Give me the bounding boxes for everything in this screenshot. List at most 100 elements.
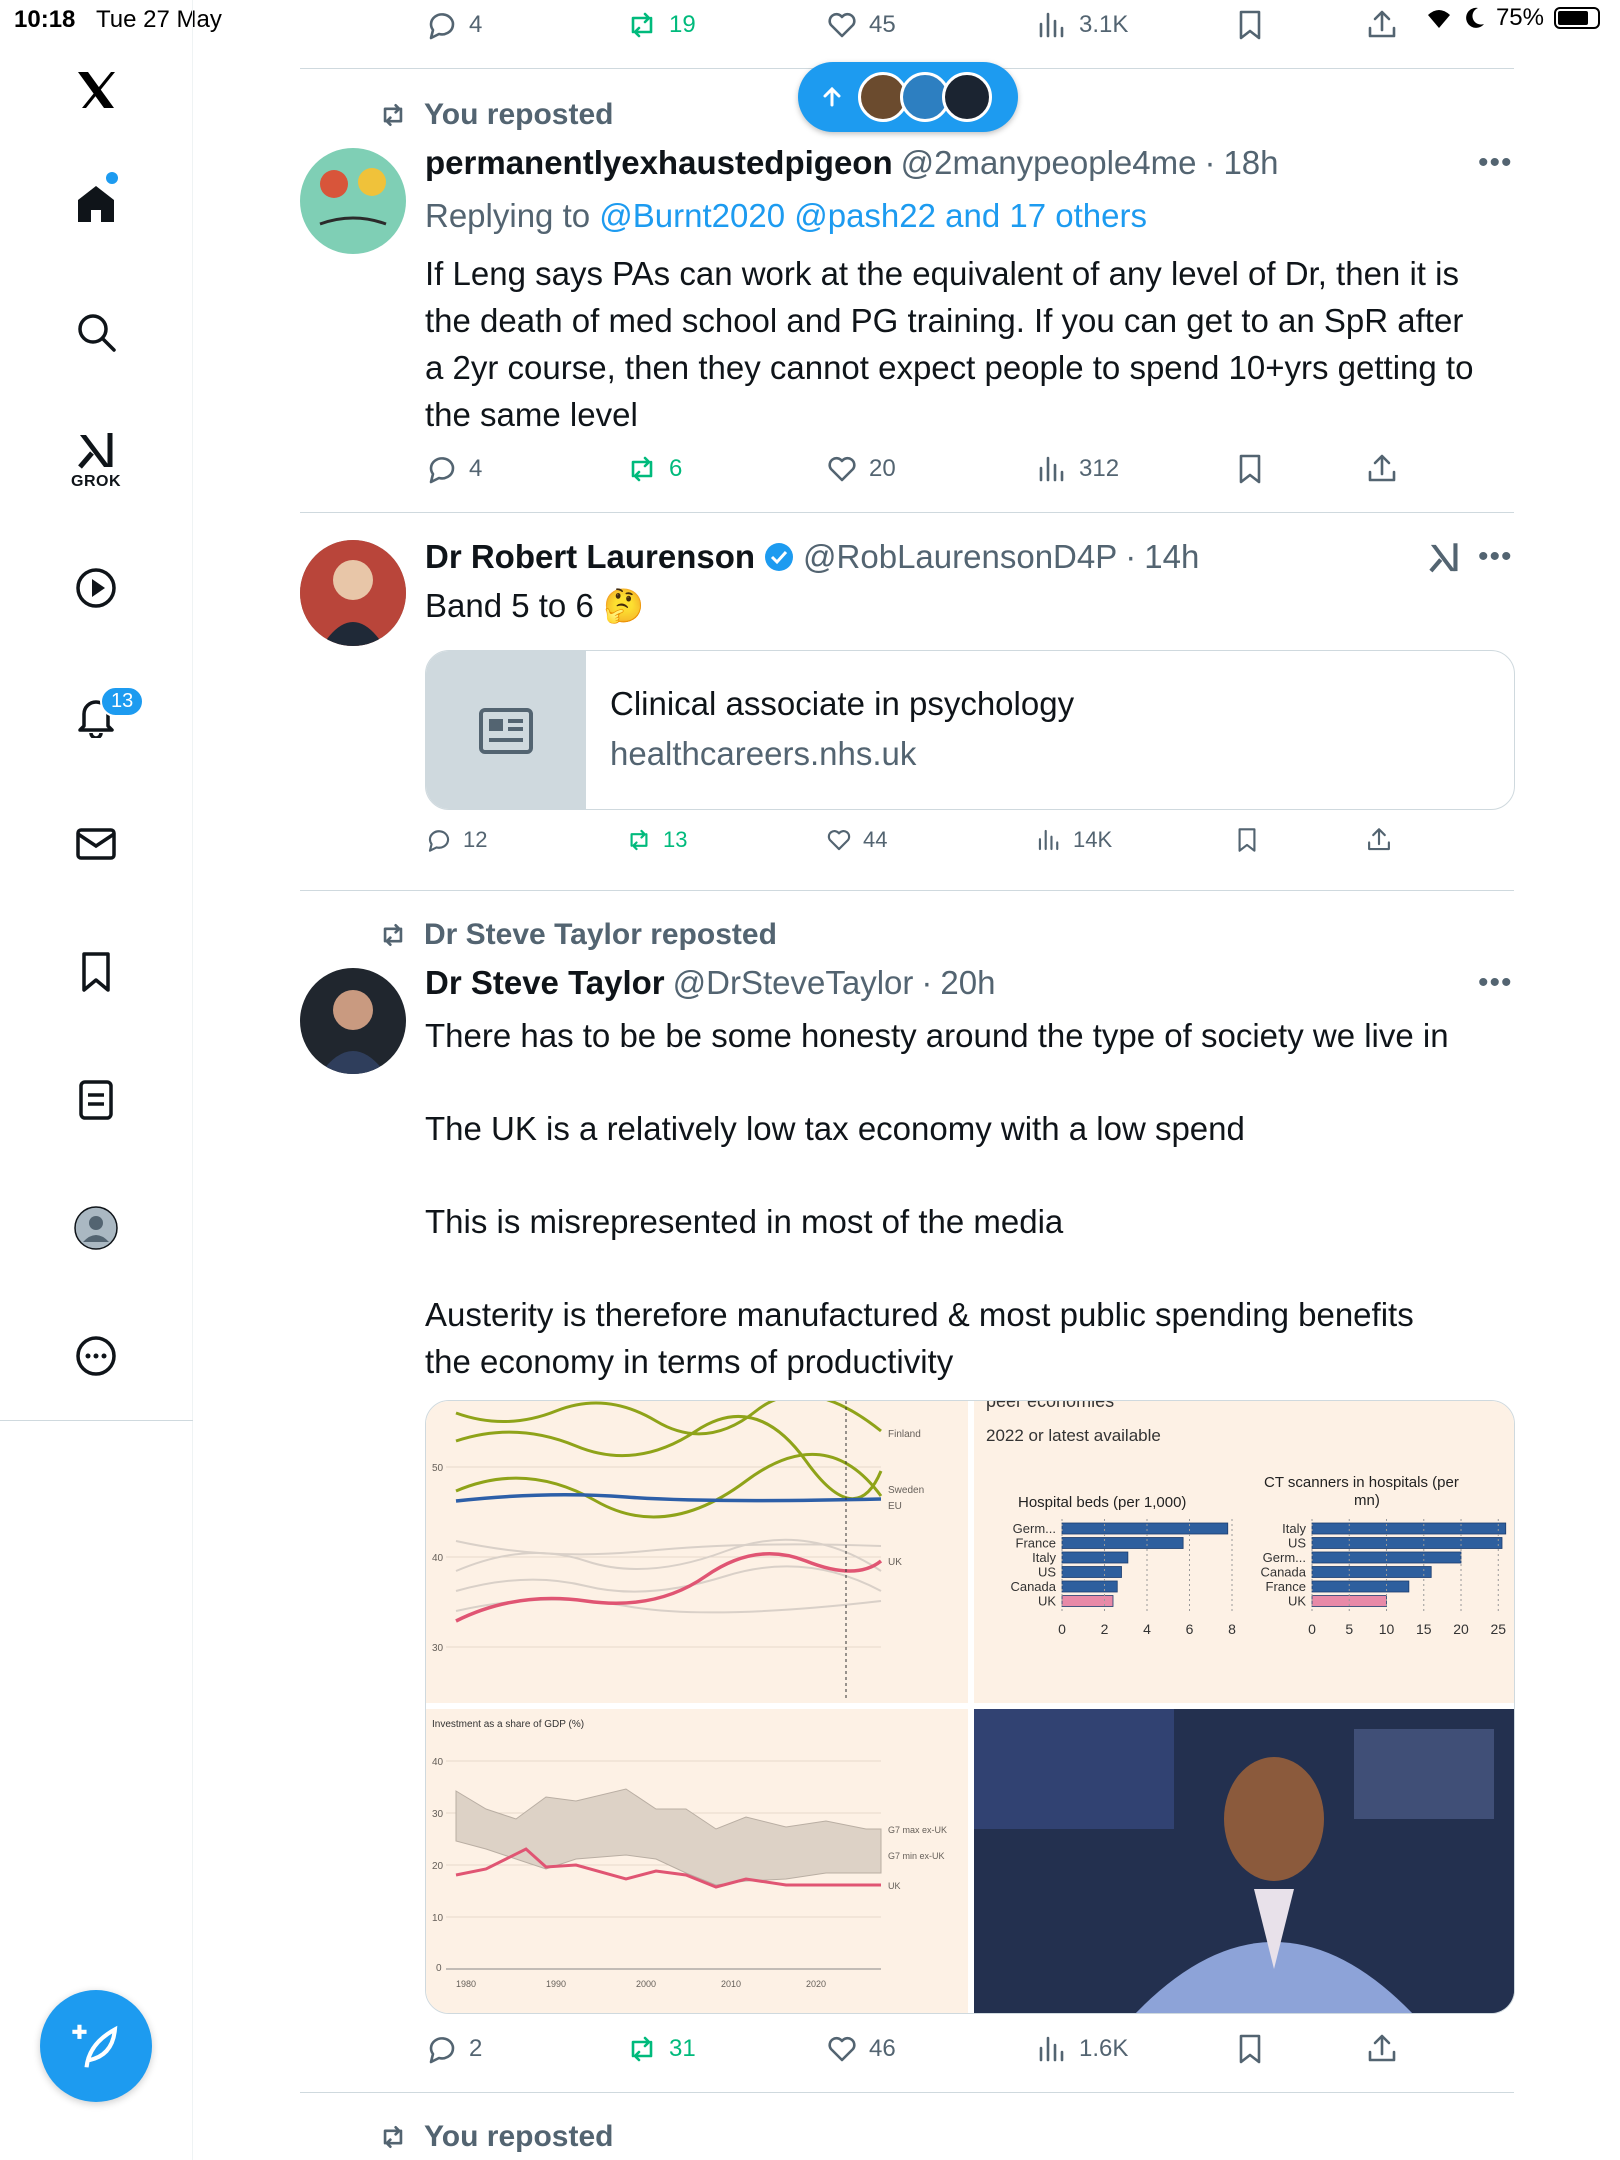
handle[interactable]: @DrSteveTaylor — [673, 964, 914, 1002]
sidebar-item-explore[interactable] — [60, 296, 132, 368]
display-name[interactable]: Dr Robert Laurenson — [425, 538, 755, 576]
sidebar-item-more[interactable] — [60, 1320, 132, 1392]
repost-count: 13 — [663, 827, 688, 852]
more-icon[interactable]: ••• — [1478, 146, 1513, 180]
tweet-header: Dr Steve Taylor @DrSteveTaylor · 20h — [425, 964, 996, 1002]
media-grid[interactable]: 50 40 30 Finland Sweden EU UK peer econo… — [425, 1400, 1515, 2014]
like-button[interactable]: 45 — [825, 8, 896, 42]
sidebar-item-video[interactable] — [60, 552, 132, 624]
grok-icon[interactable] — [1426, 540, 1462, 576]
tweet-paragraph: The UK is a relatively low tax economy w… — [425, 1110, 1245, 1147]
share-icon — [1368, 10, 1396, 38]
repost-label-text: You reposted — [424, 2120, 614, 2153]
reply-button[interactable]: 4 — [425, 8, 482, 42]
heart-icon — [828, 2036, 856, 2062]
views-button[interactable]: 312 — [1035, 452, 1119, 486]
svg-text:G7 min ex-UK: G7 min ex-UK — [888, 1851, 945, 1861]
bookmark-button[interactable] — [1233, 826, 1261, 854]
views-icon — [1039, 2036, 1064, 2062]
repost-label: You reposted — [376, 98, 613, 132]
avatar[interactable] — [300, 968, 406, 1074]
bar — [1311, 1566, 1432, 1578]
bookmark-icon — [82, 952, 110, 992]
sidebar-item-home[interactable] — [60, 168, 132, 240]
views-count: 3.1K — [1079, 11, 1129, 38]
like-button[interactable]: 20 — [825, 452, 896, 486]
media-chart-1[interactable]: 50 40 30 Finland Sweden EU UK — [426, 1401, 968, 1703]
x-tick-label: 2 — [1101, 1621, 1109, 1637]
timestamp[interactable]: 14h — [1144, 538, 1199, 576]
repost-button[interactable]: 13 — [625, 826, 687, 854]
views-button[interactable]: 1.6K — [1035, 2032, 1128, 2066]
repost-button[interactable]: 6 — [625, 452, 682, 486]
timestamp[interactable]: 20h — [940, 964, 995, 1002]
media-chart-3[interactable]: Investment as a share of GDP (%) 40 30 2… — [426, 1709, 968, 2013]
like-button[interactable]: 46 — [825, 2032, 896, 2066]
repost-count: 31 — [669, 2035, 696, 2062]
share-button[interactable] — [1365, 452, 1399, 486]
tweet-line: the death of med school and PG training.… — [425, 302, 1464, 339]
series-label: EU — [888, 1501, 902, 1512]
reply-button[interactable]: 12 — [425, 826, 487, 854]
svg-text:2020: 2020 — [806, 1979, 826, 1989]
bookmark-icon — [1239, 454, 1261, 484]
like-button[interactable]: 44 — [825, 826, 887, 854]
bar — [1061, 1551, 1129, 1564]
share-button[interactable] — [1365, 8, 1399, 42]
avatar[interactable] — [300, 148, 406, 254]
repost-count: 6 — [669, 455, 683, 482]
reply-count: 12 — [463, 827, 488, 852]
reply-targets[interactable]: @Burnt2020 @pash22 and 17 others — [599, 197, 1147, 234]
card-domain: healthcareers.nhs.uk — [610, 735, 917, 772]
x-tick-label: 20 — [1453, 1621, 1469, 1637]
tweet-line: a 2yr course, then they cannot expect pe… — [425, 349, 1474, 386]
handle[interactable]: @RobLaurensonD4P — [803, 538, 1117, 576]
bar-category-label: US — [1288, 1536, 1306, 1551]
bookmark-button[interactable] — [1233, 8, 1267, 42]
battery-percent: 75% — [1495, 4, 1544, 31]
views-button[interactable]: 3.1K — [1035, 8, 1128, 42]
compose-button[interactable] — [40, 1990, 152, 2102]
share-button[interactable] — [1365, 826, 1393, 854]
avatar[interactable] — [300, 540, 406, 646]
more-icon[interactable]: ••• — [1478, 966, 1513, 1000]
tweet-divider — [300, 512, 1514, 513]
repost-label: You reposted — [376, 2120, 613, 2154]
display-name[interactable]: Dr Steve Taylor — [425, 964, 665, 1002]
reply-button[interactable]: 2 — [425, 2032, 482, 2066]
sidebar-item-lists[interactable] — [60, 1064, 132, 1136]
share-button[interactable] — [1365, 2032, 1399, 2066]
bookmark-button[interactable] — [1233, 452, 1267, 486]
new-posts-pill[interactable] — [798, 62, 1018, 132]
media-video-thumbnail[interactable] — [974, 1709, 1514, 2013]
bar — [1311, 1580, 1410, 1593]
sidebar-item-messages[interactable] — [60, 808, 132, 880]
media-chart-2[interactable]: peer economies 2022 or latest available … — [974, 1401, 1514, 1703]
tweet-paragraph: This is misrepresented in most of the me… — [425, 1203, 1064, 1240]
link-card[interactable]: Clinical associate in psychology healthc… — [425, 650, 1515, 810]
display-name[interactable]: permanentlyexhaustedpigeon — [425, 144, 893, 182]
views-button[interactable]: 14K — [1035, 826, 1112, 854]
series-label: UK — [888, 1557, 902, 1568]
tweet-paragraph: the economy in terms of productivity — [425, 1343, 954, 1380]
tweet-header: Dr Robert Laurenson @RobLaurensonD4P · 1… — [425, 538, 1200, 576]
repost-button[interactable]: 31 — [625, 2032, 696, 2066]
more-icon[interactable]: ••• — [1478, 540, 1513, 574]
sidebar-item-grok[interactable]: GROK — [60, 424, 132, 496]
reply-button[interactable]: 4 — [425, 452, 482, 486]
tweet-text: There has to be be some honesty around t… — [425, 1012, 1449, 1385]
bookmark-button[interactable] — [1233, 2032, 1267, 2066]
x-tick-label: 6 — [1186, 1621, 1194, 1637]
handle[interactable]: @2manypeople4me — [901, 144, 1197, 182]
sidebar-item-bookmarks[interactable] — [60, 936, 132, 1008]
x-logo-icon[interactable] — [60, 54, 132, 126]
bar-category-label: France — [1016, 1536, 1056, 1551]
repost-button[interactable]: 19 — [625, 8, 696, 42]
views-count: 312 — [1079, 455, 1120, 482]
svg-text:UK: UK — [888, 1881, 901, 1891]
list-icon — [79, 1080, 113, 1120]
timestamp[interactable]: 18h — [1223, 144, 1278, 182]
y-tick: 30 — [432, 1643, 444, 1654]
sidebar-item-profile[interactable] — [60, 1192, 132, 1264]
reply-icon — [429, 2037, 455, 2064]
